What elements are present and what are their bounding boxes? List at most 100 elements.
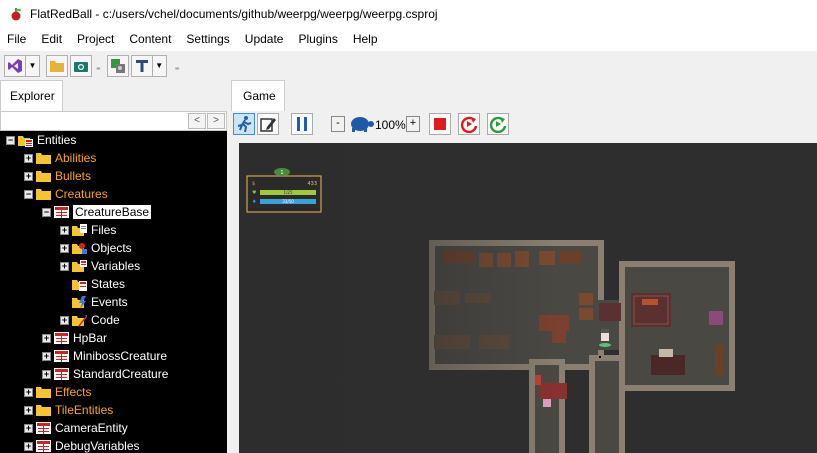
dropdown-icon[interactable]: ▼ [26, 54, 40, 77]
restart-red-icon[interactable] [458, 113, 480, 135]
expand-icon[interactable]: + [60, 225, 69, 235]
game-panel: Game - 100% + 1 $ 433 ♥ 1/25 ♦ 33/50 [231, 80, 817, 453]
tree-node[interactable]: + CameraEntity [24, 419, 128, 437]
play-mode-icon[interactable] [233, 113, 255, 135]
search-row: < > [0, 111, 227, 131]
tab-game[interactable]: Game [231, 80, 285, 111]
expand-icon[interactable]: + [42, 333, 51, 343]
window-title: FlatRedBall - c:/users/vchel/documents/g… [30, 7, 438, 21]
expand-icon[interactable]: + [24, 387, 33, 397]
menu-project[interactable]: Project [70, 28, 122, 51]
menu-update[interactable]: Update [238, 28, 292, 51]
stop-icon[interactable] [429, 113, 451, 135]
expand-icon[interactable]: + [60, 243, 69, 253]
hud-hp: 1/25 [284, 190, 293, 195]
restart-green-icon[interactable] [487, 113, 509, 135]
tree-node-label: Code [91, 313, 120, 327]
menu-content[interactable]: Content [122, 28, 179, 51]
camera-icon[interactable] [70, 54, 92, 77]
tree-node-label: Abilities [55, 151, 97, 165]
expand-icon[interactable]: + [60, 261, 69, 271]
pause-icon[interactable] [291, 113, 313, 135]
tree-node[interactable]: States [60, 275, 125, 293]
expand-icon[interactable]: + [24, 423, 33, 433]
collapse-icon[interactable]: − [6, 135, 15, 145]
nav-forward-button[interactable]: > [207, 113, 225, 129]
edit-mode-icon[interactable] [257, 113, 279, 135]
title-bar: FlatRedBall - c:/users/vchel/documents/g… [0, 0, 817, 28]
tree-node[interactable]: − CreatureBase [42, 203, 152, 221]
toolbar-grip-icon[interactable]: ⁼ [175, 65, 180, 76]
tree-node[interactable]: + MinibossCreature [42, 347, 167, 365]
menu-settings[interactable]: Settings [179, 28, 237, 51]
menu-edit[interactable]: Edit [34, 28, 70, 51]
tree-node[interactable]: + StandardCreature [42, 365, 168, 383]
menu-plugins[interactable]: Plugins [291, 28, 345, 51]
expand-icon[interactable]: + [60, 315, 69, 325]
events-icon [72, 296, 87, 309]
puzzle-icon[interactable] [106, 54, 129, 77]
tree-node[interactable]: + Bullets [24, 167, 91, 185]
tree-node-label: MinibossCreature [73, 349, 168, 363]
folder-icon[interactable] [46, 54, 68, 77]
tree-node-label: TileEntities [55, 403, 114, 417]
entity-icon [54, 368, 69, 380]
main-toolbar: ▼ ⁼ ▼ ⁼ [0, 51, 817, 80]
tree-node[interactable]: Events [60, 293, 128, 311]
tree-node[interactable]: + Objects [60, 239, 132, 257]
expand-icon[interactable]: + [24, 171, 33, 181]
expand-icon[interactable]: + [42, 369, 51, 379]
tree-node-label: StandardCreature [73, 367, 169, 381]
tree-node[interactable]: + Files [60, 221, 116, 239]
objects-icon [72, 242, 87, 254]
code-icon [72, 314, 87, 327]
tree-node[interactable]: + TileEntities [24, 401, 113, 419]
tree-node-label: Creatures [55, 187, 108, 201]
turtle-speed-icon [347, 115, 375, 136]
expand-icon[interactable]: + [42, 351, 51, 361]
expand-icon[interactable]: + [24, 405, 33, 415]
tree-node[interactable]: + Effects [24, 383, 91, 401]
expand-icon[interactable]: + [24, 441, 33, 451]
tree-node-label: HpBar [73, 331, 108, 345]
menu-bar: File Edit Project Content Settings Updat… [0, 28, 817, 51]
tree-node-label: Effects [55, 385, 92, 399]
zoom-in-button[interactable]: + [406, 116, 420, 132]
collapse-icon[interactable]: − [42, 207, 51, 217]
heart-icon: ♥ [252, 190, 257, 196]
game-viewport[interactable]: 1 $ 433 ♥ 1/25 ♦ 33/50 [239, 143, 817, 453]
menu-help[interactable]: Help [346, 28, 386, 51]
tree-node-label: CameraEntity [55, 421, 128, 435]
entity-icon [36, 440, 51, 452]
tab-explorer[interactable]: Explorer [0, 80, 63, 111]
zoom-level: 100% [375, 118, 406, 132]
tree-node[interactable]: + Code [60, 311, 120, 329]
tree-node-label: Events [91, 295, 128, 309]
collapse-icon[interactable]: − [24, 189, 33, 199]
menu-file[interactable]: File [0, 28, 34, 51]
mana-icon: ♦ [252, 199, 256, 205]
folder-icon [36, 170, 51, 182]
folder-icon [36, 188, 51, 200]
zoom-out-button[interactable]: - [331, 116, 345, 132]
states-icon [72, 278, 87, 291]
search-input[interactable] [1, 112, 187, 130]
tree-node-label: Files [91, 223, 117, 237]
tree-node-label: Objects [91, 241, 132, 255]
variables-icon [72, 260, 87, 272]
text-tool-icon[interactable] [130, 54, 153, 77]
dropdown-icon[interactable]: ▼ [152, 54, 167, 77]
tree-node[interactable]: + DebugVariables [24, 437, 140, 453]
tree-node[interactable]: − Entities [6, 131, 76, 149]
visual-studio-icon[interactable] [4, 54, 26, 77]
tree-node[interactable]: + Variables [60, 257, 140, 275]
files-icon [72, 224, 87, 236]
toolbar-grip-icon[interactable]: ⁼ [96, 65, 101, 76]
expand-icon[interactable]: + [24, 153, 33, 163]
tree-node[interactable]: + HpBar [42, 329, 107, 347]
hud-level: 1 [280, 170, 283, 176]
tree-node[interactable]: + Abilities [24, 149, 96, 167]
nav-back-button[interactable]: < [188, 113, 206, 129]
hud-gold: 433 [307, 181, 317, 187]
tree-node[interactable]: − Creatures [24, 185, 108, 203]
